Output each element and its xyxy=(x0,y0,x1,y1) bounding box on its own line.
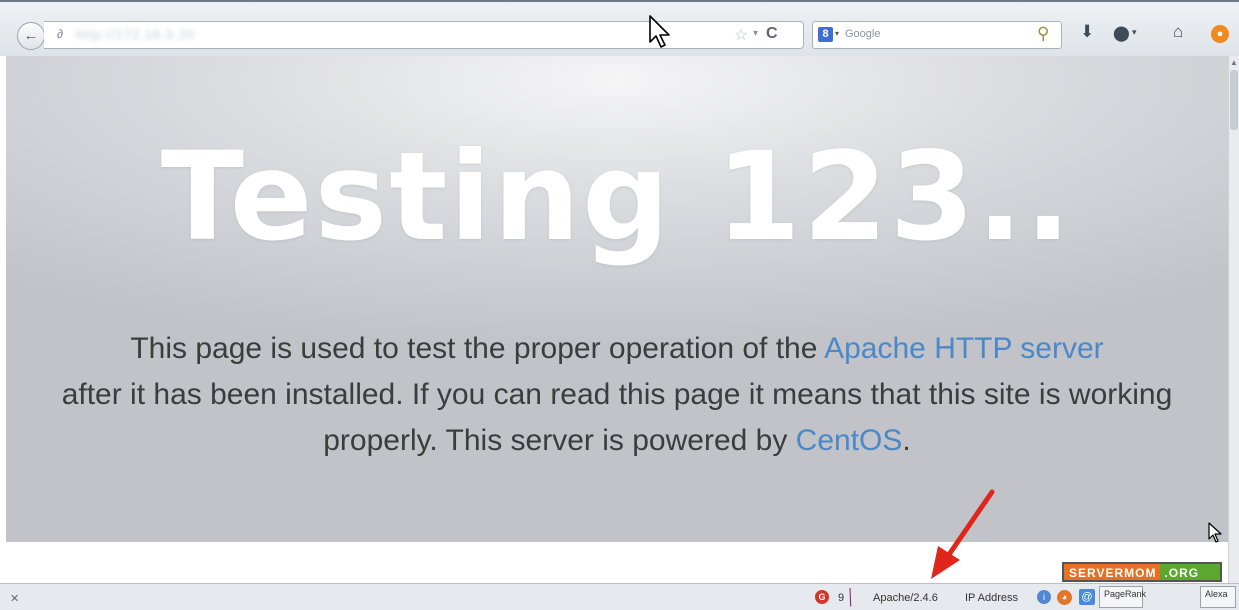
vertical-scrollbar[interactable]: ▲ xyxy=(1228,56,1239,583)
info-icon[interactable]: i xyxy=(1037,590,1051,604)
mouse-cursor-icon xyxy=(649,15,670,48)
browser-toolbar: ← ∂ http://172.16.0.20 ☆ ▾ C 8 ▾ Google … xyxy=(0,0,1239,56)
addon-dropdown-icon[interactable]: ▾ xyxy=(1132,27,1137,38)
download-icon[interactable]: ⬇ xyxy=(1080,22,1094,42)
extension-icon[interactable]: ● xyxy=(1211,25,1229,43)
pagerank-widget[interactable]: PageRank xyxy=(1099,586,1147,608)
addon-icon[interactable]: ⬤ xyxy=(1113,24,1130,42)
apache-feather-icon: ╲ xyxy=(843,588,858,607)
address-bar[interactable]: ∂ http://172.16.0.20 ☆ ▾ C xyxy=(44,21,804,49)
page-message: This page is used to test the proper ope… xyxy=(6,326,1228,464)
message-text-2: after it has been installed. If you can … xyxy=(61,378,1173,457)
firefox-addon-icon[interactable]: ◕ xyxy=(1057,590,1072,605)
search-bar[interactable]: 8 ▾ Google ⚲ xyxy=(812,21,1062,49)
page-headline: Testing 123.. xyxy=(160,126,1074,268)
apache-link[interactable]: Apache HTTP server xyxy=(824,332,1104,365)
alexa-widget[interactable]: Alexa xyxy=(1200,586,1236,608)
status-bar: ✕ G 9 ╲ Apache/2.4.6 IP Address i ◕ @ Pa… xyxy=(0,583,1239,610)
back-button[interactable]: ← xyxy=(17,22,45,50)
server-signature[interactable]: Apache/2.4.6 xyxy=(873,592,938,604)
site-favicon-icon: ∂ xyxy=(57,27,63,41)
pagerank-label: PageRank xyxy=(1104,589,1147,599)
url-text[interactable]: http://172.16.0.20 xyxy=(76,27,195,42)
scroll-up-icon[interactable]: ▲ xyxy=(1230,58,1238,67)
page-blank-area xyxy=(0,542,1228,583)
servermom-watermark: SERVERMOM .ORG xyxy=(1062,562,1222,582)
engine-dropdown-icon[interactable]: ▾ xyxy=(835,29,839,38)
home-icon[interactable]: ⌂ xyxy=(1173,22,1183,42)
scroll-thumb[interactable] xyxy=(1230,70,1238,130)
back-arrow-icon: ← xyxy=(23,27,39,44)
message-text-3: . xyxy=(902,424,911,457)
centos-link[interactable]: CentOS xyxy=(796,424,903,457)
watermark-left: SERVERMOM xyxy=(1064,564,1161,580)
at-addon-icon[interactable]: @ xyxy=(1079,589,1095,605)
close-findbar-icon[interactable]: ✕ xyxy=(10,592,19,605)
bookmark-star-icon[interactable]: ☆ xyxy=(734,25,748,45)
ip-address-label[interactable]: IP Address xyxy=(965,592,1018,604)
alexa-label: Alexa xyxy=(1205,589,1228,599)
search-input[interactable]: Google xyxy=(845,28,880,40)
page-content: Testing 123.. This page is used to test … xyxy=(6,56,1228,542)
message-text-1: This page is used to test the proper ope… xyxy=(130,332,825,365)
watermark-right: .ORG xyxy=(1160,564,1220,580)
history-dropdown-icon[interactable]: ▾ xyxy=(753,28,758,39)
mouse-cursor-icon-2 xyxy=(1208,522,1222,543)
google-engine-icon[interactable]: 8 xyxy=(818,27,833,42)
reload-icon[interactable]: C xyxy=(766,25,778,43)
addon-red-icon[interactable]: G xyxy=(815,590,829,604)
search-icon[interactable]: ⚲ xyxy=(1037,24,1049,44)
